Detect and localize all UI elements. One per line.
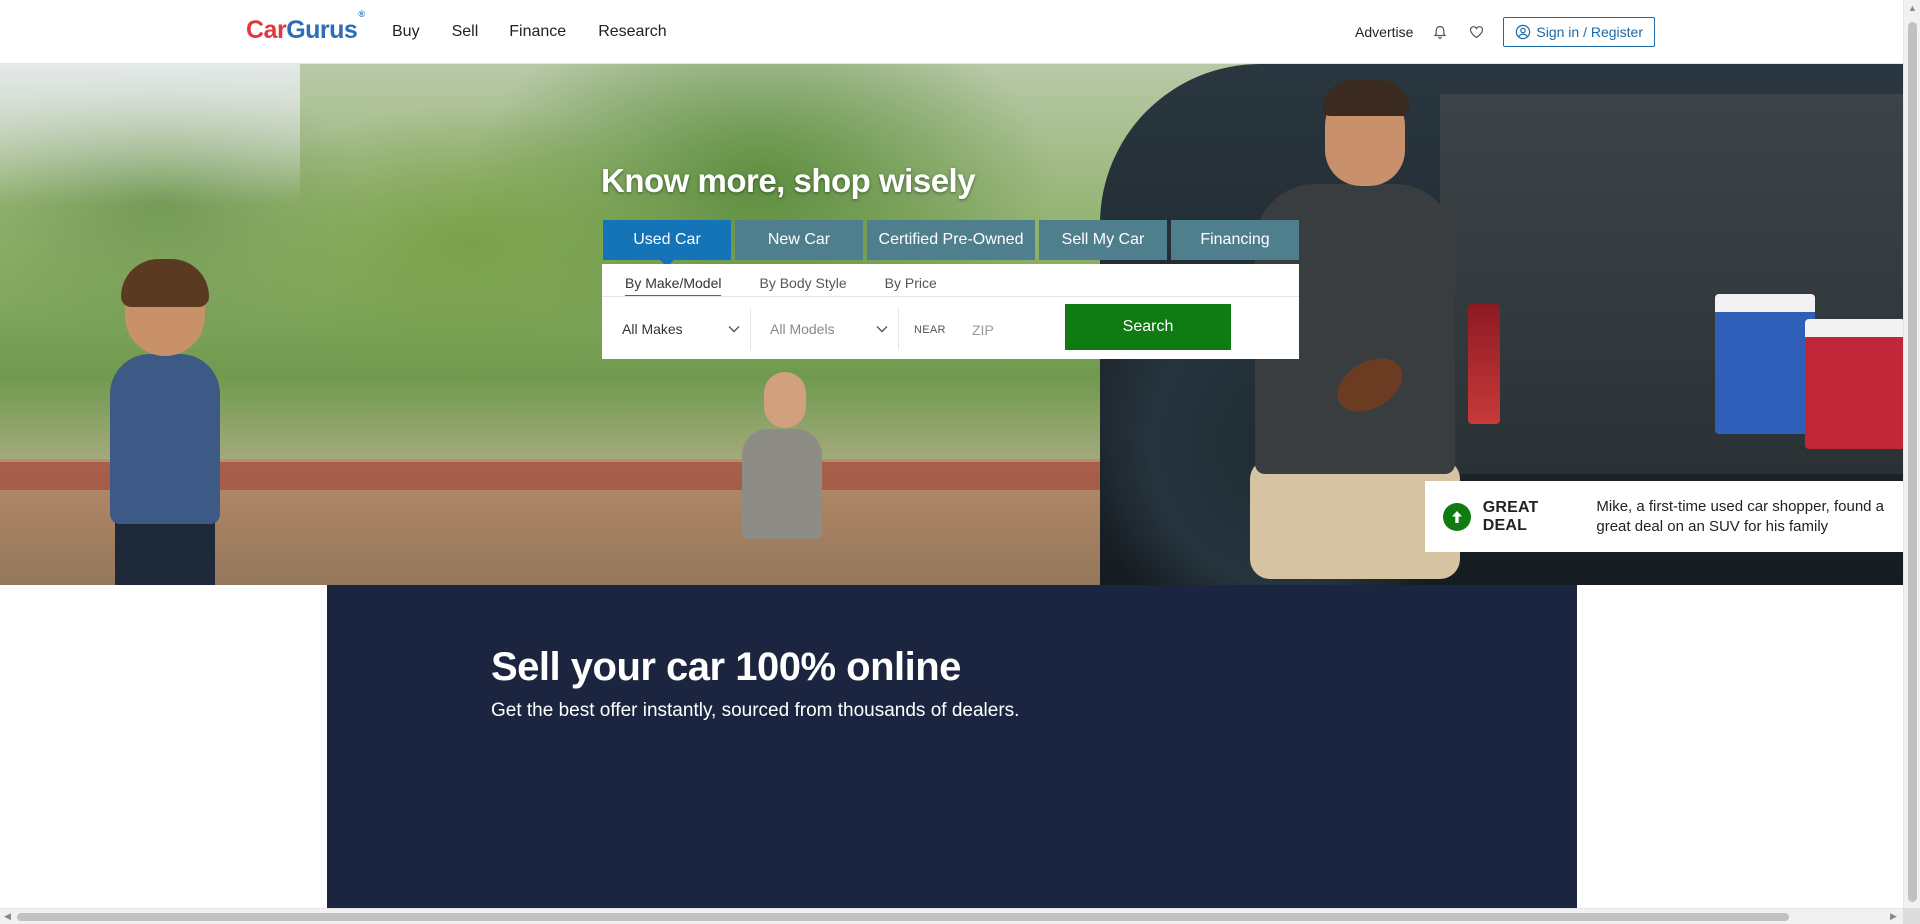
horizontal-scrollbar-thumb[interactable] <box>17 913 1789 921</box>
chevron-down-icon <box>728 326 740 333</box>
horizontal-scrollbar[interactable]: ◀ ▶ <box>0 908 1903 924</box>
zip-input[interactable] <box>972 317 1062 343</box>
great-deal-callout: GREAT DEAL Mike, a first-time used car s… <box>1425 481 1903 552</box>
subtab-price[interactable]: By Price <box>885 274 937 297</box>
make-select-value: All Makes <box>622 321 683 337</box>
great-deal-label: GREAT DEAL <box>1482 498 1539 534</box>
vertical-scrollbar-thumb[interactable] <box>1908 22 1917 902</box>
nav-research[interactable]: Research <box>598 20 666 44</box>
search-form: By Make/Model By Body Style By Price All… <box>602 264 1299 359</box>
bell-icon[interactable] <box>1431 23 1449 41</box>
scroll-right-arrow-icon[interactable]: ▶ <box>1890 911 1897 922</box>
search-subtabs: By Make/Model By Body Style By Price <box>625 274 975 297</box>
heart-icon[interactable] <box>1467 23 1485 41</box>
sell-title: Sell your car 100% online <box>491 645 961 689</box>
scroll-up-arrow-icon[interactable]: ▲ <box>1908 3 1917 13</box>
hero-banner: Know more, shop wisely Used Car New Car … <box>0 64 1903 585</box>
tab-new-car[interactable]: New Car <box>735 220 863 260</box>
sell-car-section: Sell your car 100% online Get the best o… <box>327 585 1577 908</box>
near-label: NEAR <box>914 324 946 336</box>
tab-sell-my-car[interactable]: Sell My Car <box>1039 220 1167 260</box>
arrow-up-icon-svg <box>1451 510 1462 523</box>
hero-child-center-head <box>764 372 806 428</box>
advertise-link[interactable]: Advertise <box>1355 17 1413 47</box>
search-type-tabs: Used Car New Car Certified Pre-Owned Sel… <box>603 220 1303 267</box>
arrow-up-icon <box>1443 502 1471 531</box>
user-circle-icon <box>1516 24 1531 40</box>
sign-in-label: Sign in / Register <box>1536 24 1643 40</box>
hero-cooler-red <box>1805 319 1903 449</box>
field-separator <box>750 308 751 350</box>
scrollbar-corner <box>1903 908 1920 924</box>
nav-finance[interactable]: Finance <box>509 20 566 44</box>
hero-child-legs <box>115 519 215 585</box>
hero-man-hair <box>1323 80 1409 116</box>
scroll-left-arrow-icon[interactable]: ◀ <box>4 911 11 922</box>
main-nav: Buy Sell Finance Research <box>392 20 699 44</box>
sell-subtitle: Get the best offer instantly, sourced fr… <box>491 700 1020 721</box>
logo-car-text: Car <box>246 16 287 44</box>
logo-registered-mark: ® <box>358 8 365 19</box>
subtab-body-style[interactable]: By Body Style <box>759 274 846 297</box>
search-button[interactable]: Search <box>1065 304 1231 350</box>
great-deal-text: Mike, a first-time used car shopper, fou… <box>1596 497 1885 535</box>
hero-cooler-blue <box>1715 294 1815 434</box>
hero-title: Know more, shop wisely <box>601 162 976 199</box>
vertical-scrollbar[interactable]: ▲ <box>1903 0 1920 908</box>
tab-used-car[interactable]: Used Car <box>603 220 731 267</box>
hero-suv-tail-light <box>1468 304 1500 424</box>
sign-in-register-button[interactable]: Sign in / Register <box>1503 17 1655 47</box>
field-separator <box>898 308 899 350</box>
model-select-value: All Models <box>770 321 835 337</box>
tab-certified-pre-owned[interactable]: Certified Pre-Owned <box>867 220 1035 260</box>
model-select[interactable]: All Models <box>770 309 888 349</box>
header-right-nav: Advertise Sign in / Register <box>1355 17 1655 47</box>
make-select[interactable]: All Makes <box>622 309 740 349</box>
nav-buy[interactable]: Buy <box>392 20 420 44</box>
nav-sell[interactable]: Sell <box>452 20 479 44</box>
hero-sky <box>0 64 300 204</box>
search-divider <box>602 296 1299 297</box>
subtab-make-model[interactable]: By Make/Model <box>625 274 722 297</box>
chevron-down-icon <box>876 326 888 333</box>
heart-icon-svg <box>1469 26 1483 39</box>
tab-financing[interactable]: Financing <box>1171 220 1299 260</box>
hero-child-left <box>110 354 220 524</box>
site-header: CarGurus® Buy Sell Finance Research Adve… <box>0 0 1903 64</box>
cargurus-logo[interactable]: CarGurus® <box>246 9 365 45</box>
hero-child-left-hair <box>121 259 209 307</box>
bell-icon-svg <box>1434 25 1447 39</box>
hero-child-center <box>742 429 822 539</box>
logo-gurus-text: Gurus <box>286 16 358 44</box>
